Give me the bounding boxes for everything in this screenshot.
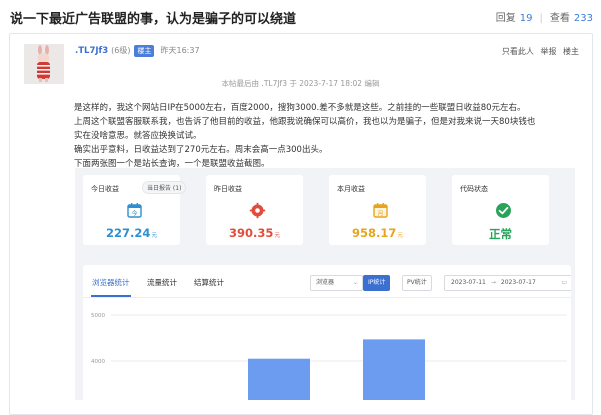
report-link[interactable]: 举报: [540, 47, 556, 56]
card-value: 227.24元: [106, 226, 157, 240]
pv-stats-button[interactable]: PV统计: [402, 275, 432, 291]
y-tick-label: 4000: [91, 359, 105, 365]
chart-bar[interactable]: [248, 358, 310, 400]
earnings-dashboard-screenshot: 今日收益 当日报告 (1) 今 227.24元 昨日收益 390.35元 本月收…: [75, 168, 575, 400]
card-value: 390.35元: [229, 226, 280, 240]
calendar-month-icon: 月: [373, 203, 388, 218]
op-badge: 楼主: [134, 45, 155, 57]
card-month-earnings: 本月收益 月 958.17元: [329, 175, 426, 245]
views-count: 233: [573, 13, 593, 24]
card-code-status: 代码状态 正常: [452, 175, 549, 245]
svg-text:今: 今: [131, 210, 137, 218]
floor-link[interactable]: 楼主: [563, 47, 579, 56]
tab-browser-stats[interactable]: 浏览器统计: [92, 277, 130, 288]
replies-count: 19: [519, 13, 533, 24]
tab-settlement-stats[interactable]: 结算统计: [194, 277, 224, 288]
svg-text:月: 月: [377, 211, 383, 218]
post-body-line: 确实出乎意料，日收益达到了270元左右。周末会高一点300出头。: [74, 145, 328, 155]
replies-label: 回复: [495, 13, 516, 24]
author-level: (6级): [111, 46, 131, 55]
author-name[interactable]: .TL7Jf3: [75, 46, 108, 56]
y-tick-label: 5000: [91, 313, 105, 319]
card-value: 正常: [489, 227, 512, 241]
browser-select[interactable]: 浏览器 ⌄: [310, 275, 363, 291]
refresh-gear-icon: [249, 202, 266, 219]
thread-stats: 回复 19 | 查看 233: [495, 13, 593, 24]
tab-traffic-stats[interactable]: 流量统计: [147, 277, 177, 288]
only-this-user-link[interactable]: 只看此人: [502, 47, 534, 56]
post-time: 昨天16:37: [160, 46, 200, 55]
card-today-earnings: 今日收益 当日报告 (1) 今 227.24元: [83, 175, 187, 245]
card-label: 本月收益: [337, 185, 365, 193]
calendar-icon: ▭: [561, 279, 567, 286]
stats-chart-panel: 浏览器统计 流量统计 结算统计 浏览器 ⌄ IP统计 PV统计 2023-07-1…: [83, 265, 571, 400]
tab-divider: [83, 297, 571, 298]
card-label: 代码状态: [460, 185, 488, 193]
card-value: 958.17元: [352, 226, 403, 240]
post-body-line: 是这样的，我这个网站日IP在5000左右，百度2000，搜狗3000.差不多就是…: [74, 103, 526, 113]
card-yesterday-earnings: 昨日收益 390.35元: [206, 175, 303, 245]
chart-bar[interactable]: [363, 339, 425, 400]
check-circle-icon: [496, 203, 511, 218]
card-label: 昨日收益: [214, 185, 242, 193]
date-range-picker[interactable]: 2023-07-11 → 2023-07-17 ▭: [444, 275, 571, 291]
post-body-line: 实在没啥意思。就答应换换试试。: [74, 131, 202, 141]
thread-title: 说一下最近广告联盟的事，认为是骗子的可以绕道: [10, 12, 297, 27]
ip-bar-chart: 5000 4000: [91, 313, 567, 400]
author-line: .TL7Jf3 (6级) 楼主 昨天16:37: [75, 45, 200, 57]
chevron-down-icon: ⌄: [352, 279, 358, 286]
post-body-line: 上周这个联盟客服联系我，也告诉了他目前的收益，他跟我说确保可以高价，我也以为是骗…: [74, 117, 536, 127]
edit-note: 本帖最后由 .TL7Jf3 于 2023-7-17 18:02 编辑: [221, 79, 380, 88]
date-from: 2023-07-11: [451, 279, 486, 286]
date-to: 2023-07-17: [500, 279, 536, 286]
card-label: 今日收益: [91, 185, 119, 193]
today-report-chip[interactable]: 当日报告 (1): [142, 181, 187, 194]
views-label: 查看: [549, 13, 570, 24]
ip-stats-button[interactable]: IP统计: [363, 275, 391, 291]
post-actions: 只看此人 举报 楼主: [498, 46, 579, 57]
calendar-today-icon: 今: [127, 203, 142, 218]
arrow-right-icon: →: [490, 279, 496, 286]
